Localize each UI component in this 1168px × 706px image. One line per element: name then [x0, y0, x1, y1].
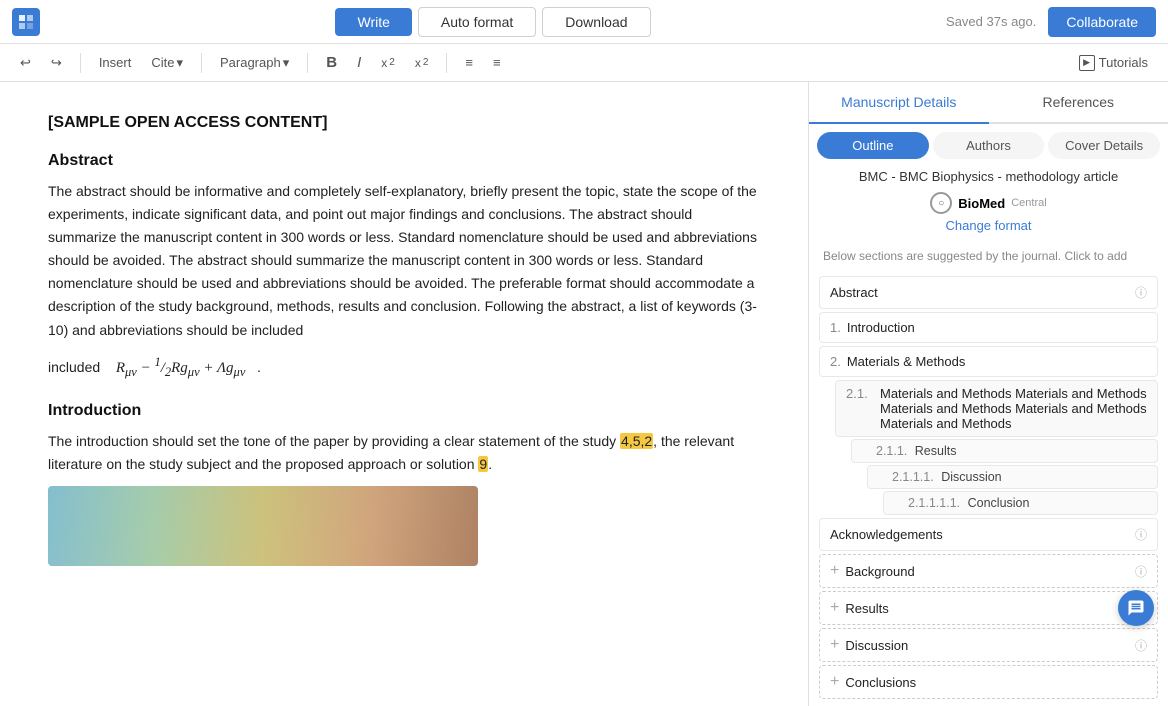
paragraph-button[interactable]: Paragraph ▾: [214, 52, 295, 74]
label-conclusion: Conclusion: [968, 496, 1030, 510]
discussion-plus-icon[interactable]: +: [830, 636, 839, 654]
discussion-info-icon[interactable]: ⓘ: [1135, 637, 1147, 654]
results-label: Results: [845, 601, 1135, 616]
cite-button[interactable]: Cite ▾: [145, 52, 189, 74]
italic-button[interactable]: I: [351, 51, 367, 74]
cite-chevron-icon: ▾: [176, 55, 183, 71]
collaborate-button[interactable]: Collaborate: [1048, 7, 1156, 37]
outline-item-acknowledgements[interactable]: Acknowledgements ⓘ: [819, 518, 1158, 551]
outline-sub-sub-211: 2.1.1. Results 2.1.1.1. Discussion: [835, 439, 1158, 515]
highlight-refs-1: 4,5,2: [620, 433, 653, 449]
outline-item-abstract[interactable]: Abstract ⓘ: [819, 276, 1158, 309]
abstract-body[interactable]: The abstract should be informative and c…: [48, 180, 760, 342]
label-results: Results: [915, 444, 957, 458]
num-211: 2.1.1.: [876, 444, 907, 458]
sub-tabs: Outline Authors Cover Details: [809, 124, 1168, 159]
outline-item-discussion[interactable]: + Discussion ⓘ: [819, 628, 1158, 662]
panel-tabs: Manuscript Details References: [809, 82, 1168, 124]
write-button[interactable]: Write: [335, 8, 411, 36]
saved-status: Saved 37s ago.: [946, 14, 1036, 29]
materials-num: 2.: [830, 354, 841, 369]
outline-sub-materials: 2.1. Materials and Methods Materials and…: [819, 380, 1158, 515]
tab-manuscript-details[interactable]: Manuscript Details: [809, 82, 989, 124]
subtab-outline[interactable]: Outline: [817, 132, 929, 159]
intro-label: Introduction: [847, 320, 1147, 335]
background-plus-icon[interactable]: +: [830, 562, 839, 580]
introduction-body[interactable]: The introduction should set the tone of …: [48, 430, 760, 476]
outline-section-materials: 2. Materials & Methods 2.1. Materials an…: [819, 346, 1158, 515]
subscript-button[interactable]: x2: [409, 53, 435, 73]
subtab-authors[interactable]: Authors: [933, 132, 1045, 159]
biomed-logo: ○ BioMed Central: [823, 192, 1154, 214]
introduction-heading: Introduction: [48, 402, 760, 420]
label-discussion: Discussion: [941, 470, 1001, 484]
outline-item-conclusion[interactable]: 2.1.1.1.1. Conclusion: [883, 491, 1158, 515]
sub-label-21: Materials and Methods Materials and Meth…: [880, 386, 1147, 431]
outline-item-background[interactable]: + Background ⓘ: [819, 554, 1158, 588]
change-format-link[interactable]: Change format: [823, 218, 1154, 233]
biomed-name: BioMed: [958, 196, 1005, 211]
document-title: [SAMPLE OPEN ACCESS CONTENT]: [48, 114, 760, 132]
biomed-circle-icon: ○: [930, 192, 952, 214]
indent-button[interactable]: ≡: [487, 52, 507, 73]
toolbar-separator: [80, 53, 81, 73]
toolbar-separator-3: [307, 53, 308, 73]
align-button[interactable]: ≡: [459, 52, 479, 73]
app-logo: [12, 8, 40, 36]
bold-button[interactable]: B: [320, 51, 343, 74]
results-plus-icon[interactable]: +: [830, 599, 839, 617]
intro-num: 1.: [830, 320, 841, 335]
ack-label: Acknowledgements: [830, 527, 1135, 542]
paragraph-chevron-icon: ▾: [283, 55, 290, 71]
superscript-button[interactable]: x2: [375, 53, 401, 73]
download-button[interactable]: Download: [542, 7, 650, 37]
subtab-cover-details[interactable]: Cover Details: [1048, 132, 1160, 159]
math-formula: Rμν − 1/2Rgμν + Λgμν: [112, 360, 253, 376]
tab-references[interactable]: References: [989, 82, 1168, 124]
ack-info-icon[interactable]: ⓘ: [1135, 526, 1147, 543]
num-2111: 2.1.1.1.: [892, 470, 934, 484]
right-panel: Manuscript Details References Outline Au…: [808, 82, 1168, 706]
abstract-heading: Abstract: [48, 152, 760, 170]
chat-bubble-button[interactable]: [1118, 590, 1154, 626]
section-hint: Below sections are suggested by the jour…: [809, 245, 1168, 269]
toolbar-separator-4: [446, 53, 447, 73]
biomed-central-label: Central: [1011, 197, 1046, 209]
journal-info: BMC - BMC Biophysics - methodology artic…: [809, 159, 1168, 245]
background-info-icon[interactable]: ⓘ: [1135, 563, 1147, 580]
sub-num-21: 2.1.: [846, 386, 874, 401]
background-label: Background: [845, 564, 1135, 579]
abstract-label: Abstract: [830, 285, 878, 300]
insert-button[interactable]: Insert: [93, 52, 138, 73]
abstract-info-icon[interactable]: ⓘ: [1135, 284, 1147, 301]
redo-button[interactable]: ↪: [45, 52, 68, 74]
outline-item-conclusions[interactable]: + Conclusions: [819, 665, 1158, 699]
outline-list: Abstract ⓘ 1. Introduction 2. Materials …: [809, 269, 1168, 706]
conclusions-label: Conclusions: [845, 675, 1147, 690]
toolbar-separator-2: [201, 53, 202, 73]
tutorials-icon: ▶: [1079, 55, 1095, 71]
editor-area[interactable]: [SAMPLE OPEN ACCESS CONTENT] Abstract Th…: [0, 82, 808, 640]
tutorials-button[interactable]: ▶ Tutorials: [1073, 52, 1154, 74]
highlight-refs-2: 9: [478, 456, 488, 472]
content-image: [48, 486, 478, 566]
conclusions-plus-icon[interactable]: +: [830, 673, 839, 691]
outline-item-materials[interactable]: 2. Materials & Methods: [819, 346, 1158, 377]
num-21111: 2.1.1.1.1.: [908, 496, 960, 510]
outline-item-discussion[interactable]: 2.1.1.1. Discussion: [867, 465, 1158, 489]
autoformat-button[interactable]: Auto format: [418, 7, 536, 37]
journal-label: BMC - BMC Biophysics - methodology artic…: [823, 169, 1154, 184]
outline-item-results[interactable]: 2.1.1. Results: [851, 439, 1158, 463]
outline-item-results[interactable]: + Results ⓘ: [819, 591, 1158, 625]
undo-button[interactable]: ↩: [14, 52, 37, 74]
outline-sub-item-21[interactable]: 2.1. Materials and Methods Materials and…: [835, 380, 1158, 437]
materials-label: Materials & Methods: [847, 354, 1147, 369]
formula-line: included Rμν − 1/2Rgμν + Λgμν .: [48, 352, 760, 383]
outline-item-introduction[interactable]: 1. Introduction: [819, 312, 1158, 343]
chat-icon: [1127, 599, 1145, 617]
